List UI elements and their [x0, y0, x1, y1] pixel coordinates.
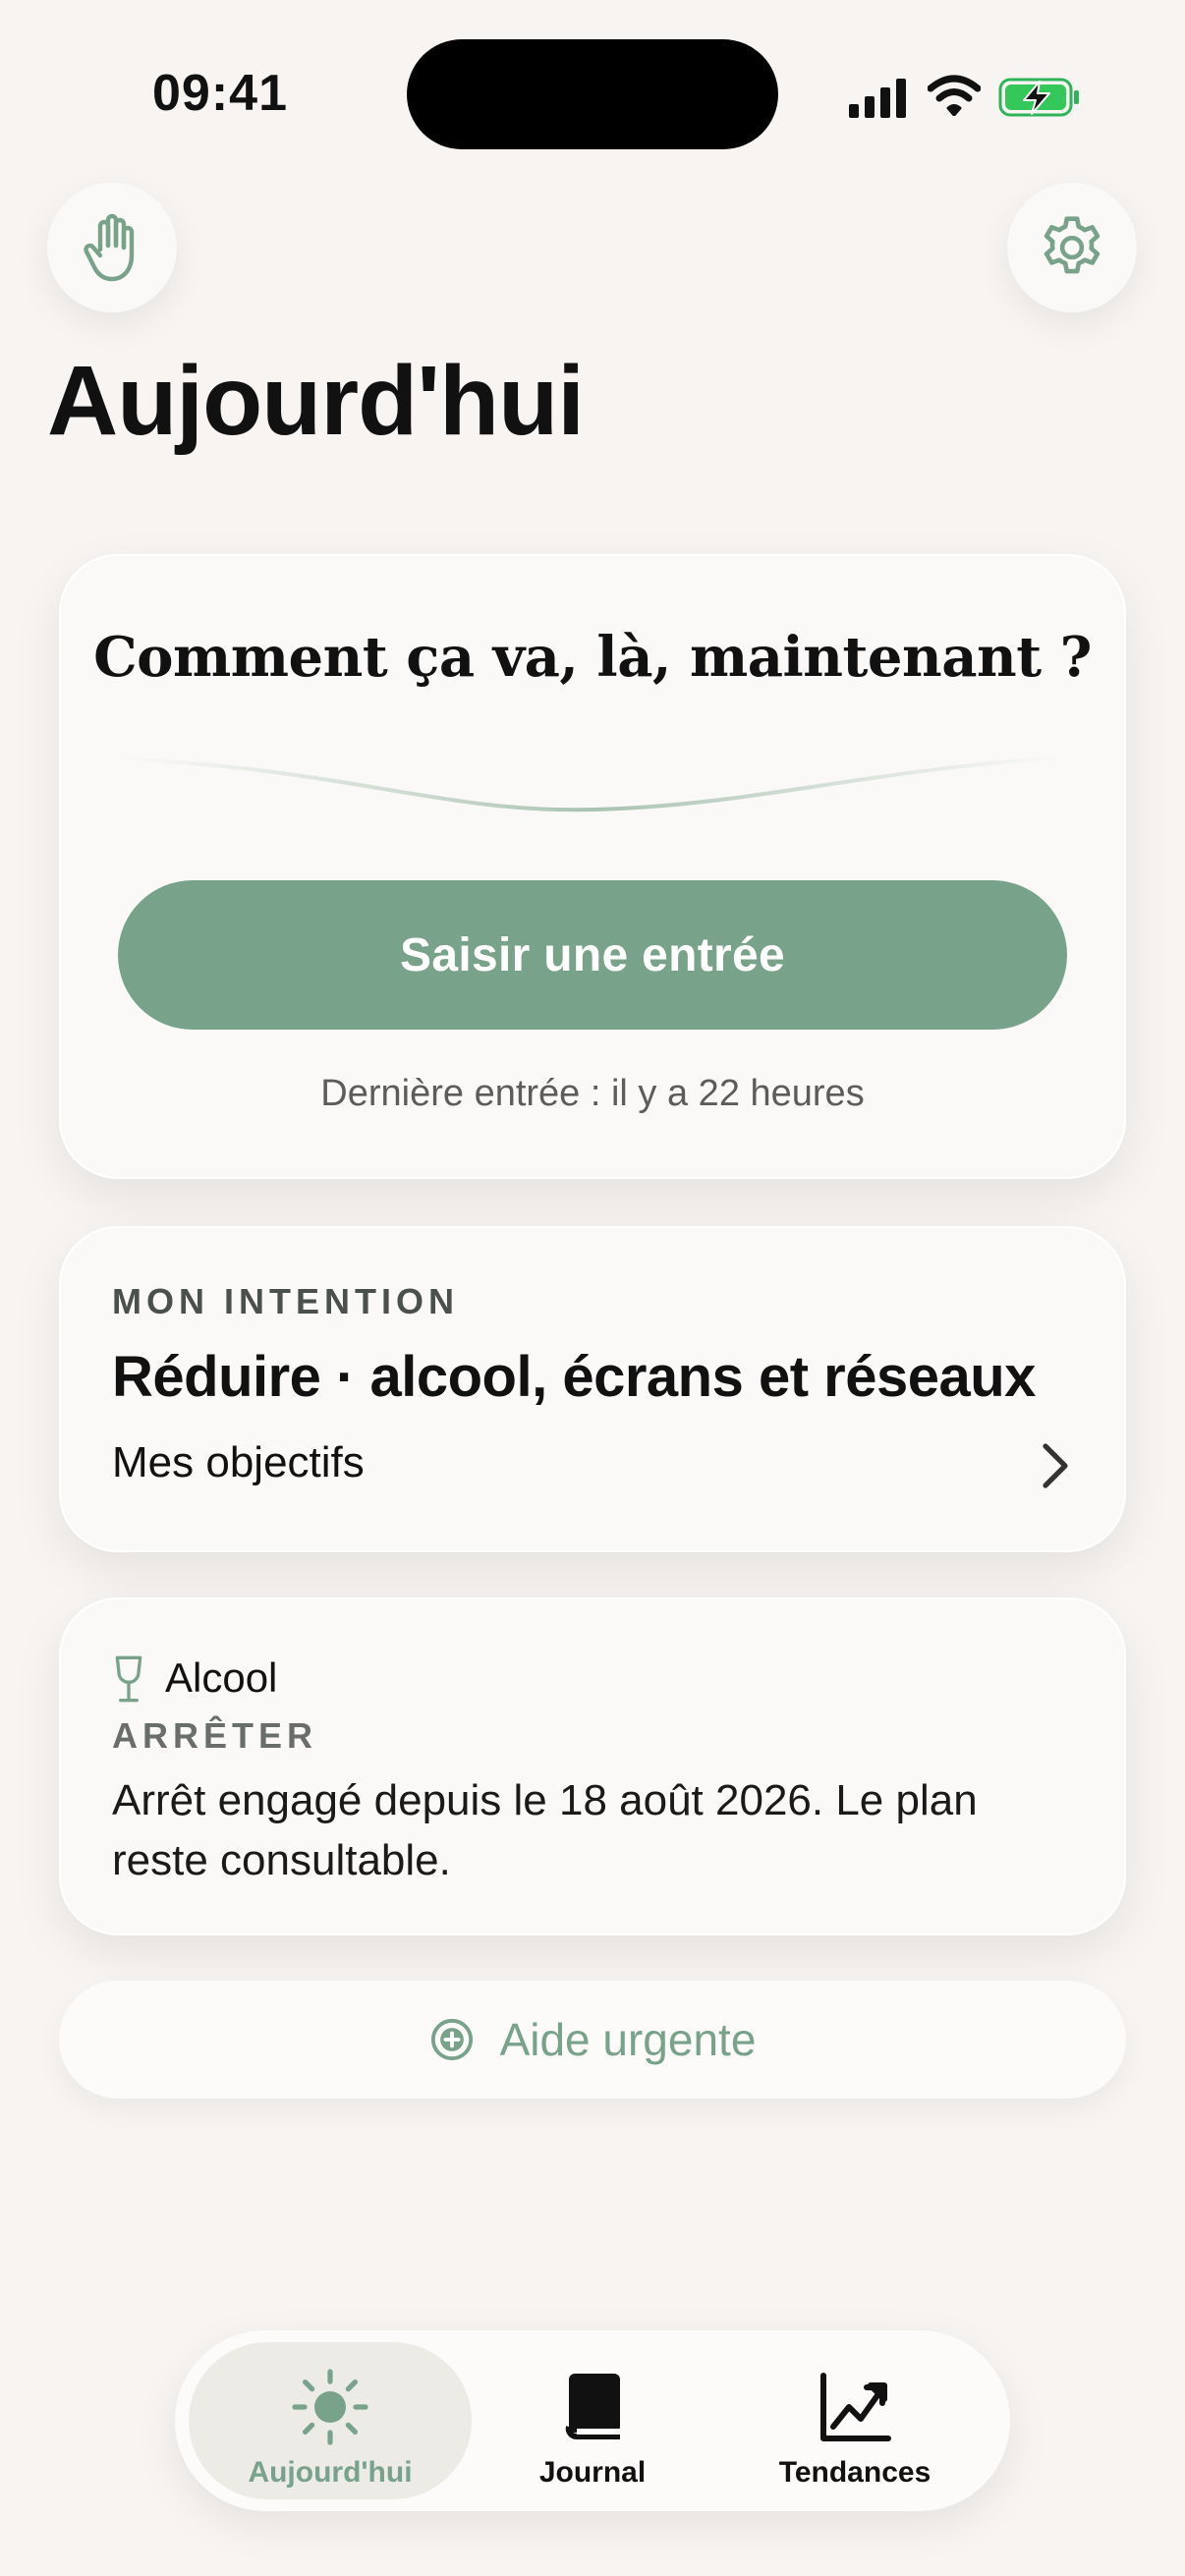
tab-today-label: Aujourd'hui	[248, 2456, 413, 2489]
intention-eyebrow: MON INTENTION	[112, 1281, 459, 1321]
hand-icon	[84, 213, 135, 282]
tab-trends[interactable]: Tendances	[713, 2342, 996, 2499]
book-icon	[565, 2374, 620, 2439]
tab-journal[interactable]: Journal	[451, 2342, 734, 2499]
plus-circle-icon	[430, 2018, 473, 2061]
intention-card[interactable]: MON INTENTION Réduire · alcool, écrans e…	[59, 1226, 1126, 1552]
pause-hand-button[interactable]	[47, 183, 177, 312]
sun-icon	[292, 2369, 368, 2445]
urgent-help-label: Aide urgente	[499, 2014, 757, 2065]
alcohol-description: Arrêt engagé depuis le 18 août 2026. Le …	[112, 1776, 978, 1884]
mood-question: Comment ça va, là, maintenant ?	[93, 625, 1092, 690]
tab-bar: Aujourd'hui Journal Tendances	[175, 2330, 1010, 2511]
new-entry-button[interactable]: Saisir une entrée	[118, 880, 1067, 1030]
cellular-signal-icon	[849, 79, 906, 118]
tab-journal-label: Journal	[538, 2456, 647, 2489]
chart-icon	[820, 2373, 891, 2441]
settings-button[interactable]	[1007, 183, 1137, 312]
intention-title: Réduire · alcool, écrans et réseaux	[112, 1345, 1036, 1409]
battery-charging-icon	[998, 78, 1079, 117]
wifi-icon	[928, 75, 981, 116]
status-time: 09:41	[152, 65, 288, 122]
dynamic-island	[407, 39, 778, 149]
last-entry-text: Dernière entrée : il y a 22 heures	[320, 1073, 865, 1114]
urgent-help-button[interactable]: Aide urgente	[59, 1981, 1126, 2099]
tab-trends-label: Tendances	[778, 2456, 931, 2489]
mood-checkin-card: Comment ça va, là, maintenant ? Saisir u…	[59, 554, 1126, 1179]
goals-link[interactable]: Mes objectifs	[112, 1438, 365, 1487]
alcohol-card[interactable]: Alcool ARRÊTER Arrêt engagé depuis le 18…	[59, 1597, 1126, 1935]
wine-glass-icon	[115, 1655, 142, 1703]
alcohol-label: Alcool	[165, 1654, 278, 1701]
gear-icon	[1044, 216, 1100, 274]
chevron-right-icon	[1043, 1443, 1068, 1488]
tab-today[interactable]: Aujourd'hui	[189, 2342, 472, 2499]
page-title: Aujourd'hui	[47, 346, 585, 456]
alcohol-status: ARRÊTER	[112, 1715, 318, 1756]
wave-divider	[120, 755, 1069, 812]
